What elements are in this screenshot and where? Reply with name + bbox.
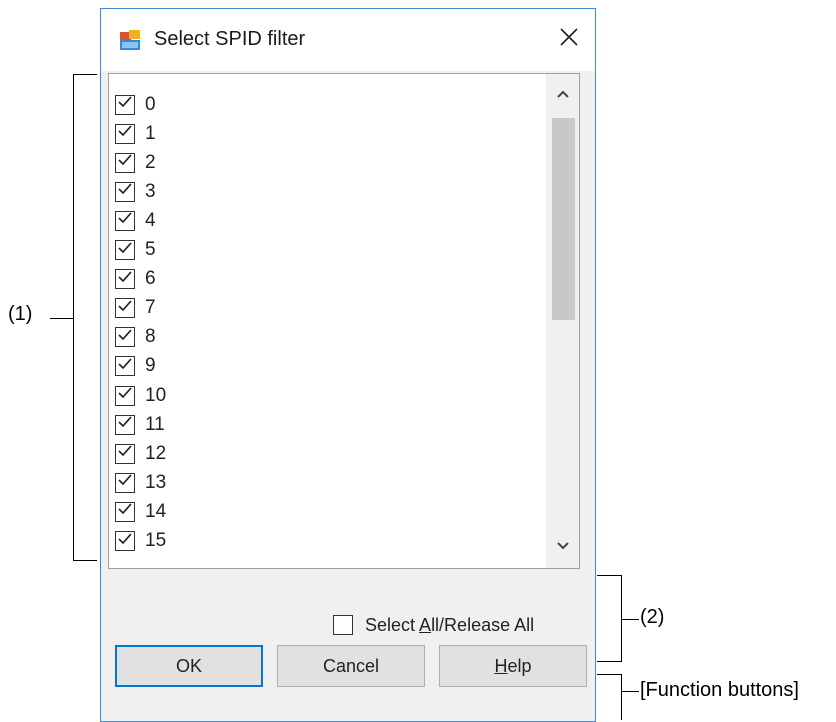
- item-label: 6: [145, 268, 156, 290]
- checkmark-icon: [117, 473, 133, 492]
- checkmark-icon: [117, 124, 133, 143]
- dialog-title: Select SPID filter: [154, 28, 306, 50]
- checkmark-icon: [117, 444, 133, 463]
- scroll-down-button[interactable]: [546, 532, 579, 562]
- item-checkbox[interactable]: [115, 531, 135, 551]
- bracket-1-pointer: [50, 318, 73, 319]
- item-label: 1: [145, 122, 156, 144]
- select-all-release-all-checkbox[interactable]: Select All/Release All: [333, 613, 534, 637]
- close-button[interactable]: [549, 19, 589, 59]
- item-checkbox[interactable]: [115, 181, 135, 202]
- item-checkbox[interactable]: [115, 327, 135, 348]
- bracket-2-pointer: [621, 619, 639, 620]
- item-label: 15: [145, 530, 167, 551]
- ok-button[interactable]: OK: [115, 645, 263, 687]
- item-label: 12: [145, 442, 167, 464]
- checkmark-icon: [117, 241, 133, 260]
- item-checkbox[interactable]: [115, 298, 135, 319]
- select-spid-filter-dialog: Select SPID filter 0 1 2 3 4 5 6 7 8 9 10 11 12 13 14 1…: [100, 8, 596, 722]
- spid-list-item[interactable]: 5: [115, 236, 156, 265]
- spid-list-item[interactable]: 13: [115, 468, 166, 497]
- checkmark-icon: [117, 211, 133, 230]
- spid-list-item[interactable]: 7: [115, 294, 156, 323]
- item-checkbox[interactable]: [115, 356, 135, 377]
- spid-list-item[interactable]: 0: [115, 90, 156, 119]
- item-checkbox[interactable]: [115, 269, 135, 290]
- item-checkbox[interactable]: [115, 414, 135, 435]
- item-label: 13: [145, 471, 167, 493]
- vertical-scrollbar[interactable]: [546, 74, 579, 568]
- checkmark-icon: [117, 532, 133, 551]
- spid-list-item[interactable]: 3: [115, 177, 156, 206]
- spid-list-item[interactable]: 15: [115, 527, 166, 556]
- bracket-3-top: [597, 674, 621, 675]
- bracket-2-top: [597, 575, 621, 576]
- spid-list-item[interactable]: 14: [115, 497, 166, 526]
- bracket-1-bottom: [73, 560, 97, 561]
- spid-list-item[interactable]: 4: [115, 206, 156, 235]
- cancel-button[interactable]: Cancel: [277, 645, 425, 687]
- spid-checklist[interactable]: 0 1 2 3 4 5 6 7 8 9 10 11 12 13 14 15: [108, 73, 580, 569]
- item-checkbox[interactable]: [115, 152, 135, 173]
- spid-list-item[interactable]: 6: [115, 265, 156, 294]
- checkmark-icon: [117, 95, 133, 114]
- item-checkbox[interactable]: [115, 385, 135, 406]
- item-checkbox[interactable]: [115, 210, 135, 231]
- item-checkbox[interactable]: [115, 94, 135, 115]
- bracket-2-bottom: [597, 661, 621, 662]
- item-label: 14: [145, 500, 167, 522]
- chevron-up-icon: [556, 86, 570, 104]
- annotation-list-area: (1): [8, 303, 33, 325]
- ok-button-label: OK: [175, 655, 202, 676]
- item-label: 3: [145, 180, 156, 202]
- title-bar[interactable]: Select SPID filter: [101, 9, 595, 71]
- checkmark-icon: [117, 299, 133, 318]
- item-label: 10: [145, 384, 167, 406]
- item-label: 0: [145, 93, 156, 115]
- spid-list-item[interactable]: 10: [115, 381, 166, 410]
- item-label: 9: [145, 355, 156, 377]
- checkmark-icon: [117, 182, 133, 201]
- item-label: 7: [145, 297, 156, 319]
- spid-list-item[interactable]: 12: [115, 439, 166, 468]
- select-all-label: Select All/Release All: [365, 614, 535, 635]
- scrollbar-thumb[interactable]: [552, 118, 575, 320]
- item-label: 11: [145, 413, 165, 435]
- spid-list-item[interactable]: 8: [115, 323, 156, 352]
- item-checkbox[interactable]: [115, 501, 135, 522]
- spid-list-item[interactable]: 9: [115, 352, 156, 381]
- checkmark-icon: [117, 328, 133, 347]
- spid-list-item[interactable]: 2: [115, 148, 156, 177]
- app-window-icon: [119, 29, 141, 51]
- item-checkbox[interactable]: [115, 123, 135, 144]
- bracket-3-pointer: [621, 691, 639, 692]
- spid-list-item[interactable]: 1: [115, 119, 156, 148]
- bracket-1-vertical: [73, 74, 74, 561]
- item-label: 5: [145, 239, 156, 260]
- item-label: 4: [145, 209, 156, 231]
- item-label: 8: [145, 326, 156, 348]
- select-all-checkbox-box[interactable]: [333, 615, 353, 635]
- item-label: 2: [145, 151, 156, 173]
- item-checkbox[interactable]: [115, 443, 135, 464]
- checkmark-icon: [117, 357, 133, 376]
- checkmark-icon: [117, 270, 133, 289]
- help-button-label: Help: [494, 655, 532, 676]
- spid-list-item[interactable]: 11: [115, 410, 165, 439]
- annotation-select-all-area: (2): [640, 606, 665, 628]
- checkmark-icon: [117, 415, 133, 434]
- annotation-function-buttons: [Function buttons]: [640, 679, 799, 701]
- checkmark-icon: [117, 502, 133, 521]
- bracket-1-top: [73, 74, 97, 75]
- help-button[interactable]: Help: [439, 645, 587, 687]
- checkmark-icon: [117, 153, 133, 172]
- bracket-3-vertical: [621, 674, 622, 720]
- checkmark-icon: [117, 386, 133, 405]
- cancel-button-label: Cancel: [322, 655, 380, 676]
- chevron-down-icon: [556, 538, 570, 556]
- close-icon: [560, 27, 578, 51]
- scroll-up-button[interactable]: [546, 80, 579, 110]
- item-checkbox[interactable]: [115, 472, 135, 493]
- item-checkbox[interactable]: [115, 240, 135, 260]
